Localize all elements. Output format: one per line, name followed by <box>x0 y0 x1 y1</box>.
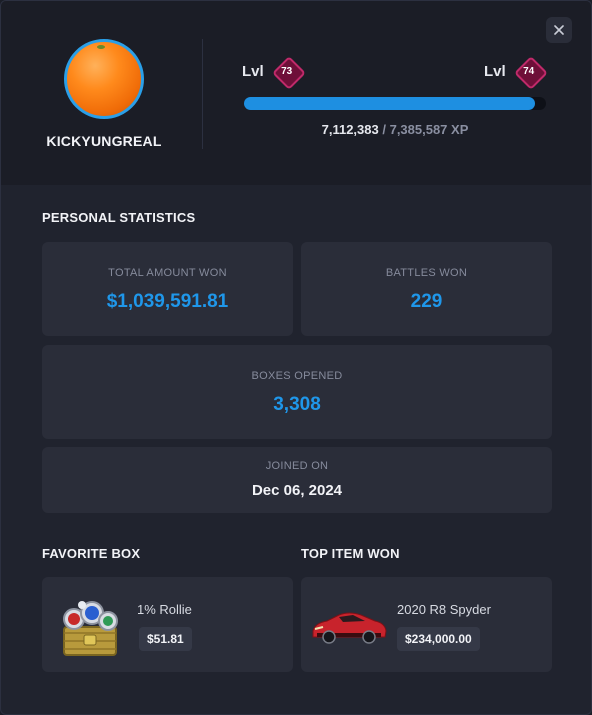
next-level: Lvl 74 <box>484 56 544 86</box>
close-button[interactable] <box>546 17 572 43</box>
car-icon <box>312 612 387 644</box>
favorite-box-name: 1% Rollie <box>137 602 192 617</box>
header-divider <box>202 39 203 149</box>
level-label: Lvl <box>242 62 264 80</box>
top-item-card[interactable]: 2020 R8 Spyder $234,000.00 <box>301 577 552 672</box>
favorite-box-price: $51.81 <box>139 627 192 651</box>
battles-won-card: BATTLES WON 229 <box>301 242 552 336</box>
next-level-number: 74 <box>523 65 535 77</box>
level-label: Lvl <box>484 62 506 80</box>
xp-total: / 7,385,587 XP <box>382 122 469 137</box>
avatar <box>64 39 144 119</box>
boxes-opened-label: BOXES OPENED <box>251 370 343 382</box>
xp-text: 7,112,383 / 7,385,587 XP <box>244 122 546 137</box>
total-won-card: TOTAL AMOUNT WON $1,039,591.81 <box>42 242 293 336</box>
joined-value: Dec 06, 2024 <box>251 482 343 499</box>
favorite-box-card[interactable]: 1% Rollie $51.81 <box>42 577 293 672</box>
profile-header: KICKYUNGREAL Lvl 73 Lvl 74 7,112,383 / 7… <box>1 1 591 185</box>
top-item-price: $234,000.00 <box>397 627 480 651</box>
current-level-number: 73 <box>281 65 293 77</box>
watch-box-icon <box>63 601 118 656</box>
battles-won-value: 229 <box>410 291 443 312</box>
battles-won-label: BATTLES WON <box>385 267 468 279</box>
level-gem-icon: 73 <box>272 56 302 86</box>
xp-current: 7,112,383 <box>321 122 379 137</box>
xp-progress-bar <box>244 97 546 110</box>
top-item-name: 2020 R8 Spyder <box>397 602 491 617</box>
total-won-value: $1,039,591.81 <box>106 291 229 312</box>
joined-card: JOINED ON Dec 06, 2024 <box>42 447 552 513</box>
username: KICKYUNGREAL <box>46 133 162 149</box>
level-gem-icon: 74 <box>514 56 544 86</box>
personal-statistics-title: PERSONAL STATISTICS <box>42 210 196 225</box>
boxes-opened-card: BOXES OPENED 3,308 <box>42 345 552 439</box>
favorite-box-title: FAVORITE BOX <box>42 546 141 561</box>
profile-modal: KICKYUNGREAL Lvl 73 Lvl 74 7,112,383 / 7… <box>0 0 592 715</box>
joined-label: JOINED ON <box>265 460 329 472</box>
xp-progress-fill <box>244 97 535 110</box>
close-icon <box>554 25 564 35</box>
current-level: Lvl 73 <box>242 56 302 86</box>
total-won-label: TOTAL AMOUNT WON <box>108 267 227 279</box>
top-item-title: TOP ITEM WON <box>301 546 400 561</box>
boxes-opened-value: 3,308 <box>273 394 321 415</box>
